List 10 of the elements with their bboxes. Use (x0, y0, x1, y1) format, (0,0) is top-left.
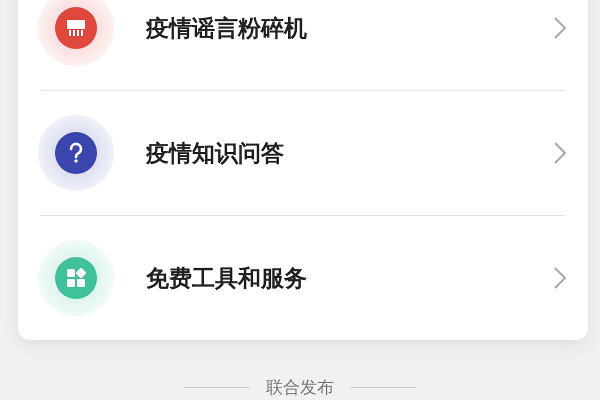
menu-item-label[interactable]: 疫情知识问答 (146, 138, 554, 168)
chevron-icon (554, 17, 566, 39)
shredder-icon (67, 20, 85, 36)
chevron-icon (554, 142, 566, 164)
apps-icon (67, 267, 87, 287)
footer-label: 联合发布 (266, 377, 334, 399)
question-icon (70, 142, 82, 163)
chevron-icon (554, 267, 566, 289)
menu-item-label[interactable]: 疫情谣言粉碎机 (146, 12, 554, 44)
menu-item-label[interactable]: 免费工具和服务 (146, 262, 554, 294)
